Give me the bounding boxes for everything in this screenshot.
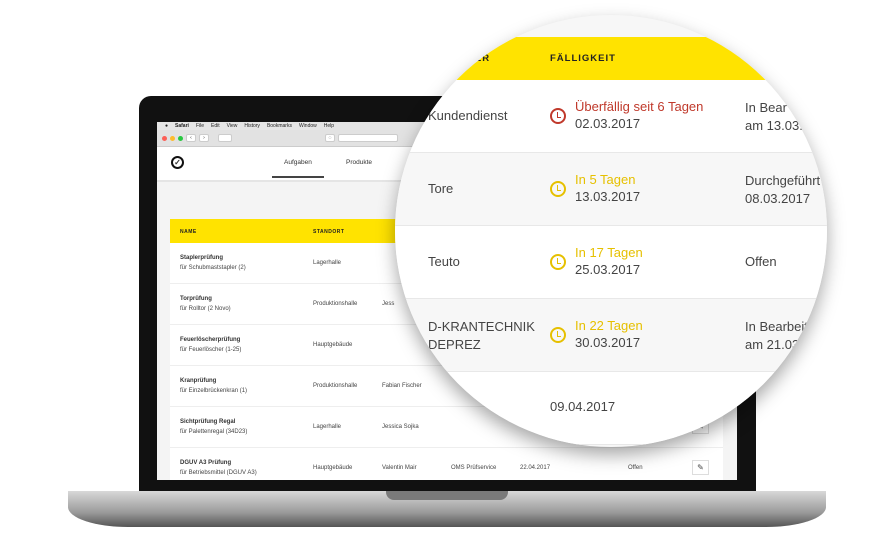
laptop-notch [386, 491, 508, 500]
magnified-row[interactable]: 09.04.2017 [395, 372, 827, 445]
clock-alert-icon [550, 108, 566, 124]
close-window-button[interactable] [162, 135, 167, 141]
laptop-base [68, 491, 826, 527]
zoom-window-button[interactable] [178, 135, 183, 141]
due-label: Überfällig seit 6 Tagen [575, 99, 704, 114]
due-label: In 22 Tagen [575, 318, 643, 333]
col-standort[interactable]: STANDORT [313, 229, 344, 235]
magnified-row[interactable]: Kundendienst Überfällig seit 6 Tagen 02.0… [395, 80, 827, 153]
task-subtitle: für Rolltor (2 Novo) [180, 306, 231, 312]
provider: Tore [428, 181, 454, 196]
due-date: 13.03.2017 [575, 189, 641, 204]
forward-button[interactable]: › [199, 134, 209, 142]
status: Offen [745, 254, 777, 269]
task-subtitle: für Feuerlöscher (1-25) [180, 347, 242, 353]
due-date: 22.04.2017 [520, 465, 551, 471]
menu-item[interactable]: History [244, 123, 260, 129]
status: Durchgeführt [745, 173, 821, 188]
magnified-row[interactable]: D-KRANTECHNIK DEPREZ In 22 Tagen 30.03.20… [395, 299, 827, 372]
due-label: In 17 Tagen [575, 245, 643, 260]
menu-item[interactable]: File [196, 123, 204, 129]
back-button[interactable]: ‹ [186, 134, 196, 142]
col-dienstleister[interactable]: LEISTER [443, 53, 490, 64]
provider: Kundendienst [428, 108, 508, 123]
magnifier: LEISTER FÄLLIGKEIT Kundendienst Überfäll… [395, 15, 827, 447]
task-subtitle: für Betriebsmittel (DGUV A3) [180, 470, 257, 476]
provider: D-KRANTECHNIK DEPREZ [428, 319, 535, 352]
menu-item[interactable]: Bookmarks [267, 123, 292, 129]
status: In Bearbeit [745, 319, 808, 334]
logo-check-icon: ✓ [171, 156, 184, 169]
clock-icon [550, 254, 566, 270]
standort: Lagerhalle [313, 424, 342, 430]
magnified-header: LEISTER FÄLLIGKEIT [395, 37, 827, 80]
task-title: Kranprüfung [180, 378, 217, 384]
privacy-icon[interactable]: ◌ [325, 134, 335, 142]
standort: Lagerhalle [313, 260, 342, 266]
task-title: Feuerlöscherprüfung [180, 337, 241, 343]
status-date: am 13.03. [745, 118, 803, 133]
standort: Hauptgebäude [313, 342, 353, 348]
sidebar-button[interactable] [218, 134, 232, 142]
task-subtitle: für Palettenregal (34D23) [180, 429, 248, 435]
standort: Produktionshalle [313, 301, 358, 307]
menu-item[interactable]: Window [299, 123, 317, 129]
table-row[interactable]: DGUV A3 Prüfung für Betriebsmittel (DGUV … [170, 448, 723, 480]
edit-pencil-icon[interactable]: ✎ [692, 460, 709, 475]
magnified-row[interactable]: Teuto In 17 Tagen 25.03.2017 Offen [395, 226, 827, 299]
clock-icon [550, 181, 566, 197]
task-title: Sichtprüfung Regal [180, 419, 236, 425]
due-label: In 5 Tagen [575, 172, 636, 187]
address-bar[interactable] [338, 134, 398, 142]
menu-item[interactable]: Edit [211, 123, 220, 129]
due-date: 25.03.2017 [575, 262, 641, 277]
minimize-window-button[interactable] [170, 135, 175, 141]
status: Offen [628, 465, 643, 471]
tab-produkte[interactable]: Produkte [346, 159, 372, 166]
clock-icon [550, 327, 566, 343]
menu-item[interactable]: Safari [175, 123, 189, 129]
status-date: am 21.03 [745, 337, 800, 352]
task-title: DGUV A3 Prüfung [180, 460, 232, 466]
task-subtitle: für Einzelbrückenkran (1) [180, 388, 248, 394]
menu-item[interactable]: Help [324, 123, 334, 129]
col-faelligkeit[interactable]: FÄLLIGKEIT [550, 53, 616, 64]
magnified-row[interactable]: Tore In 5 Tagen 13.03.2017 Durchgeführt 08… [395, 153, 827, 226]
task-subtitle: für Schubmaststapler (2) [180, 265, 246, 271]
task-title: Staplerprüfung [180, 255, 223, 261]
col-name[interactable]: NAME [180, 229, 197, 235]
due-date: 09.04.2017 [550, 399, 616, 414]
provider: Teuto [428, 254, 460, 269]
task-title: Torprüfung [180, 296, 212, 302]
due-date: 02.03.2017 [575, 116, 641, 131]
due-date: 30.03.2017 [575, 335, 641, 350]
standort: Hauptgebäude [313, 465, 353, 471]
status-date: 08.03.2017 [745, 191, 811, 206]
standort: Produktionshalle [313, 383, 358, 389]
tab-aufgaben[interactable]: Aufgaben [272, 159, 324, 178]
status: In Bear [745, 100, 787, 115]
person: Jess [382, 301, 395, 307]
provider: OMS Prüfservice [451, 465, 497, 471]
person: Valentin Mair [382, 465, 417, 471]
apple-icon[interactable]: ● [165, 123, 168, 129]
menu-item[interactable]: View [227, 123, 238, 129]
